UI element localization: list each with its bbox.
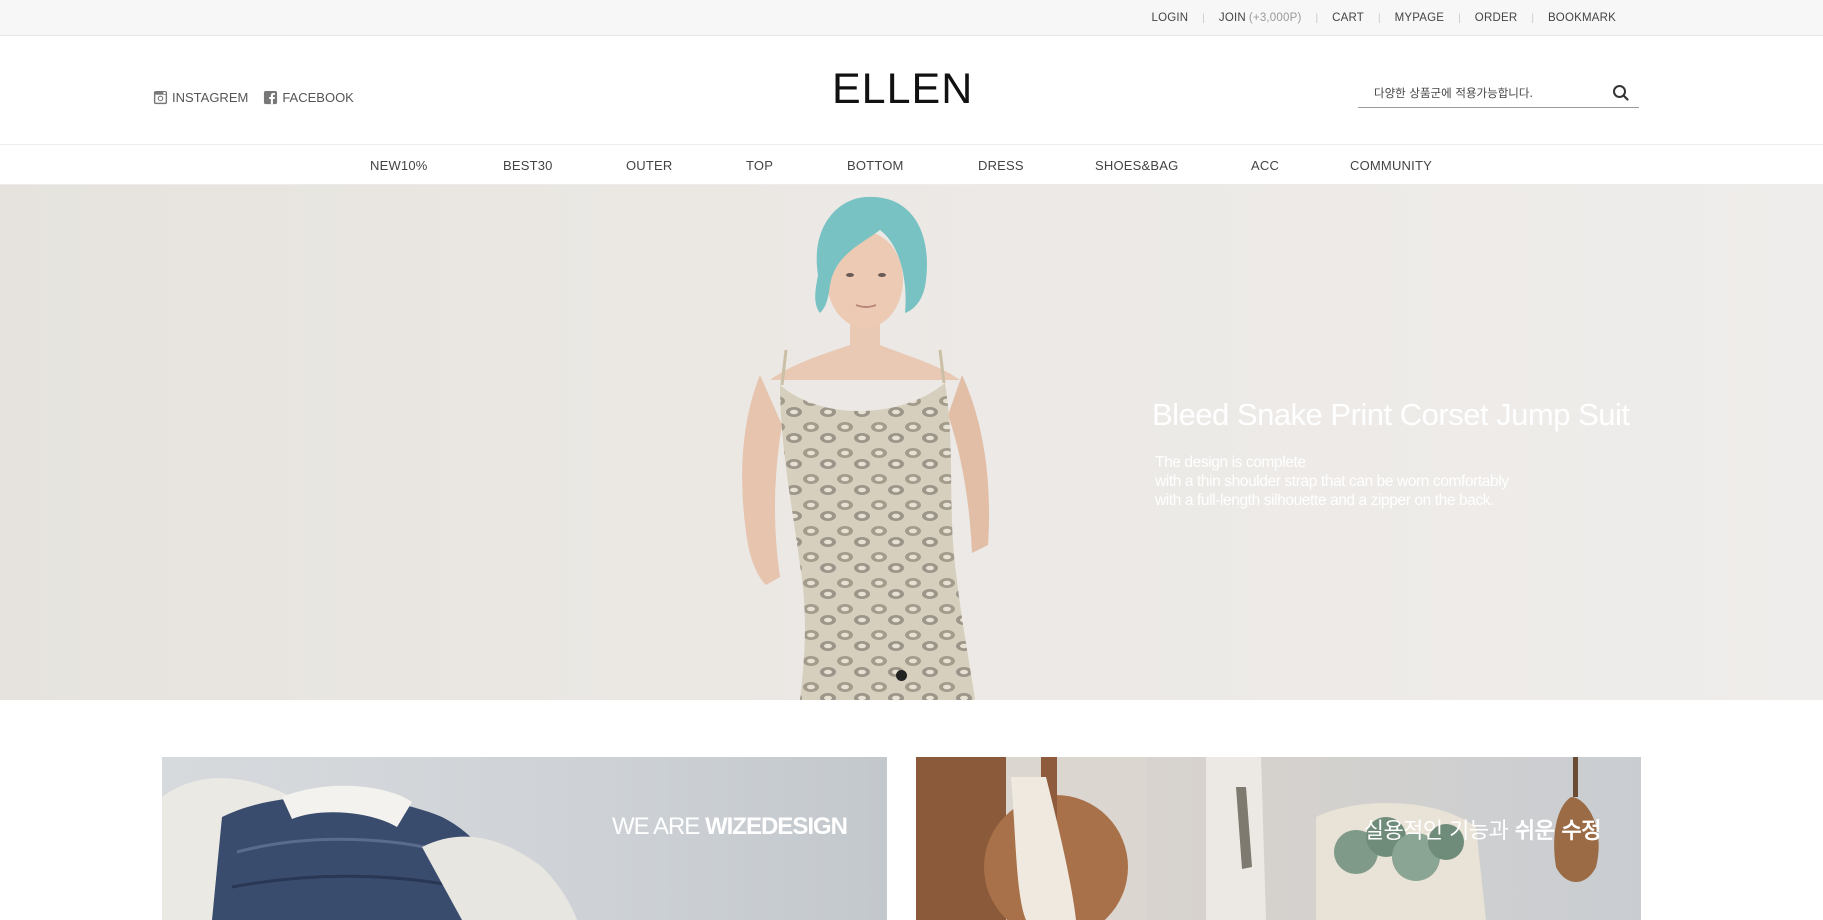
search-box [1358, 78, 1639, 108]
nav-item-acc[interactable]: ACC [1251, 145, 1279, 186]
top-utility-bar: LOGIN | JOIN (+3,000P) | CART | MYPAGE | … [0, 0, 1823, 36]
slider-pagination [896, 670, 907, 681]
mypage-link[interactable]: MYPAGE [1395, 12, 1445, 24]
banner-features[interactable]: 실용적인 기능과 쉬운 수정 [916, 757, 1641, 920]
banner-headline-bold: 쉬운 수정 [1514, 819, 1602, 844]
bookmark-link[interactable]: BOOKMARK [1548, 12, 1616, 24]
join-label: JOIN [1218, 12, 1246, 24]
instagram-label: INSTAGREM [172, 90, 249, 105]
join-bonus: (+3,000P) [1248, 12, 1302, 24]
separator: | [1531, 12, 1534, 24]
hero-desc-line: with a thin shoulder strap that can be w… [1155, 473, 1509, 490]
hero-title: Bleed Snake Print Corset Jump Suit [1152, 397, 1630, 432]
site-header: INSTAGREM FACEBOOK ELLEN [0, 36, 1823, 144]
search-input[interactable] [1374, 83, 1594, 103]
nav-item-best[interactable]: BEST30 [503, 145, 553, 186]
login-link[interactable]: LOGIN [1151, 12, 1188, 24]
slider-dot-active[interactable] [896, 670, 907, 681]
top-links: LOGIN | JOIN (+3,000P) | CART | MYPAGE | … [1151, 0, 1616, 36]
nav-item-top[interactable]: TOP [746, 145, 773, 186]
hero-desc-line: The design is complete [1155, 454, 1306, 471]
facebook-label: FACEBOOK [282, 90, 354, 105]
nav-item-dress[interactable]: DRESS [978, 145, 1024, 186]
banner-headline: WE ARE WIZEDESIGN [611, 813, 848, 841]
search-icon[interactable] [1611, 83, 1631, 103]
banner-wizedesign[interactable]: WE ARE WIZEDESIGN [162, 757, 887, 920]
site-logo[interactable]: ELLEN [832, 65, 973, 114]
hero-desc-line: with a full-length silhouette and a zipp… [1155, 492, 1495, 509]
nav-item-outer[interactable]: OUTER [626, 145, 673, 186]
hero-description: The design is complete with a thin shoul… [1155, 453, 1509, 510]
separator: | [1378, 12, 1381, 24]
separator: | [1315, 12, 1319, 24]
join-link[interactable]: JOIN (+3,000P) [1219, 12, 1302, 24]
banner-headline-light: WE ARE [611, 813, 705, 840]
nav-item-community[interactable]: COMMUNITY [1350, 145, 1432, 186]
nav-item-shoes-bag[interactable]: SHOES&BAG [1095, 145, 1178, 186]
banner-headline: 실용적인 기능과 쉬운 수정 [1363, 813, 1602, 845]
banner-headline-bold: WIZEDESIGN [704, 813, 848, 840]
facebook-link[interactable]: FACEBOOK [263, 90, 354, 105]
instagram-icon [153, 90, 168, 105]
cart-link[interactable]: CART [1332, 12, 1364, 24]
separator: | [1202, 12, 1205, 24]
main-nav: NEW10% BEST30 OUTER TOP BOTTOM DRESS SHO… [0, 144, 1823, 185]
nav-item-new[interactable]: NEW10% [370, 145, 428, 186]
instagram-link[interactable]: INSTAGREM [153, 90, 248, 105]
model-image [742, 196, 990, 700]
banner-headline-light: 실용적인 기능과 [1363, 819, 1515, 844]
social-links: INSTAGREM FACEBOOK [153, 90, 369, 105]
facebook-icon [264, 90, 278, 105]
separator: | [1458, 12, 1461, 24]
order-link[interactable]: ORDER [1475, 12, 1518, 24]
nav-item-bottom[interactable]: BOTTOM [847, 145, 904, 186]
hero-slider[interactable]: Bleed Snake Print Corset Jump Suit The d… [0, 185, 1823, 700]
